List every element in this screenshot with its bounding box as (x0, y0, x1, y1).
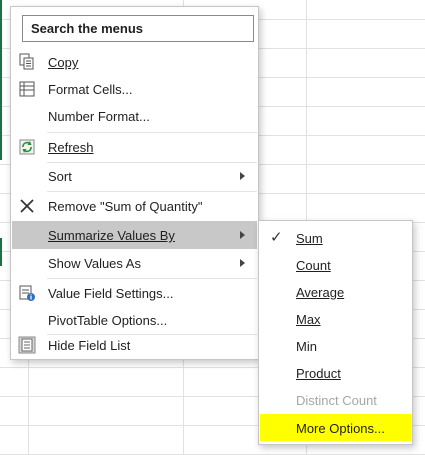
menu-item-format-cells[interactable]: Format Cells... (12, 75, 257, 103)
submenu-item-label: Max (296, 312, 321, 327)
context-menu: Search the menus Copy Format Cells... Nu… (10, 6, 259, 360)
submenu-item-label: Count (296, 258, 331, 273)
search-menus-input[interactable]: Search the menus (22, 15, 254, 42)
menu-item-copy[interactable]: Copy (12, 48, 257, 76)
menu-item-hide-field-list[interactable]: Hide Field List (12, 331, 257, 359)
menu-item-refresh[interactable]: Refresh (12, 133, 257, 161)
submenu-item-label: Distinct Count (296, 393, 377, 408)
submenu-arrow-icon (240, 231, 245, 239)
search-placeholder: Search the menus (31, 21, 143, 36)
refresh-icon (18, 138, 36, 156)
submenu-item-count[interactable]: Count (260, 251, 411, 278)
summarize-values-submenu: ✓ Sum Count Average Max Min Product Dist… (258, 220, 413, 445)
checkmark-icon: ✓ (270, 229, 283, 246)
menu-item-summarize-values-by[interactable]: Summarize Values By (12, 221, 257, 249)
format-cells-icon (18, 80, 36, 98)
menu-item-label: Refresh (48, 140, 94, 155)
field-list-icon (18, 336, 36, 354)
submenu-item-label: Average (296, 285, 345, 300)
menu-item-label: Format Cells... (48, 82, 133, 97)
submenu-item-label: More Options... (296, 421, 385, 436)
menu-item-label: Show Values As (48, 256, 141, 271)
submenu-item-min[interactable]: Min (260, 332, 411, 359)
value-field-settings-icon (18, 284, 36, 302)
menu-item-label: PivotTable Options... (48, 313, 168, 328)
menu-item-remove-field[interactable]: Remove "Sum of Quantity" (12, 192, 257, 220)
submenu-arrow-icon (240, 259, 245, 267)
menu-item-label: Number Format... (48, 109, 150, 124)
grid-column-line (28, 360, 29, 455)
submenu-item-label: Min (296, 339, 317, 354)
submenu-item-product[interactable]: Product (260, 359, 411, 386)
menu-item-label: Copy (48, 55, 79, 70)
menu-item-sort[interactable]: Sort (12, 162, 257, 190)
selection-border (0, 238, 2, 266)
submenu-item-max[interactable]: Max (260, 305, 411, 332)
remove-x-icon (18, 197, 36, 215)
menu-item-label: Summarize Values By (48, 228, 175, 243)
selection-border (0, 0, 2, 160)
menu-item-label: Value Field Settings... (48, 286, 174, 301)
menu-item-value-field-settings[interactable]: Value Field Settings... (12, 279, 257, 307)
menu-item-show-values-as[interactable]: Show Values As (12, 249, 257, 277)
submenu-item-sum[interactable]: ✓ Sum (260, 224, 411, 251)
menu-item-label: Remove "Sum of Quantity" (48, 199, 203, 214)
submenu-arrow-icon (240, 172, 245, 180)
submenu-item-label: Sum (296, 231, 323, 246)
submenu-item-more-options[interactable]: More Options... (260, 414, 411, 441)
menu-item-pivottable-options[interactable]: PivotTable Options... (12, 306, 257, 334)
menu-item-label: Hide Field List (48, 338, 131, 353)
menu-item-number-format[interactable]: Number Format... (12, 102, 257, 130)
submenu-item-label: Product (296, 366, 341, 381)
copy-icon (18, 53, 36, 71)
submenu-item-average[interactable]: Average (260, 278, 411, 305)
submenu-item-distinct-count: Distinct Count (260, 386, 411, 413)
menu-item-label: Sort (48, 169, 72, 184)
